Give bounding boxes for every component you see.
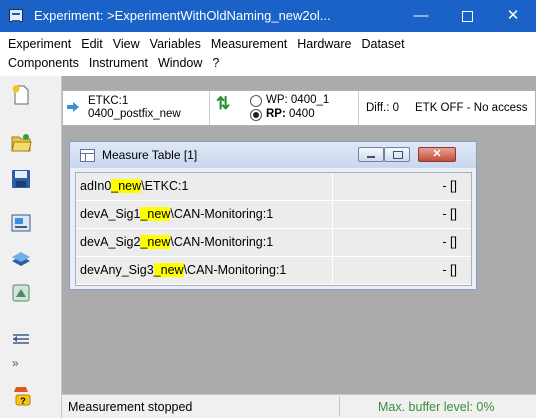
signal-value: - [] xyxy=(442,235,457,249)
hardware-card-icon[interactable] xyxy=(10,212,32,234)
mdi-close-button[interactable]: ✕ xyxy=(418,147,456,162)
signal-highlight: _new xyxy=(140,207,171,221)
signal-name: devAny_Sig3_new\CAN-Monitoring:1 xyxy=(76,257,333,284)
etk-device-postfix: 0400_postfix_new xyxy=(88,108,181,120)
save-disk-icon[interactable] xyxy=(10,168,32,190)
signal-value: - [] xyxy=(442,207,457,221)
table-row[interactable]: devAny_Sig3_new\CAN-Monitoring:1 - [] xyxy=(76,257,471,285)
app-icon[interactable] xyxy=(9,9,23,22)
list-arrow-icon[interactable] xyxy=(10,328,32,350)
signal-prefix: adIn0 xyxy=(80,179,112,193)
rp-value: 0400 xyxy=(289,108,315,120)
menu-instrument[interactable]: Instrument xyxy=(84,53,153,73)
signal-name: adIn0_new\ETKC:1 xyxy=(76,173,333,200)
signal-name: devA_Sig1_new\CAN-Monitoring:1 xyxy=(76,201,333,228)
maximize-button[interactable] xyxy=(444,0,490,32)
wp-radio[interactable] xyxy=(250,95,262,107)
menu-variables[interactable]: Variables xyxy=(145,34,206,54)
menu-view[interactable]: View xyxy=(108,34,145,54)
menu-help[interactable]: ? xyxy=(207,53,224,73)
arrow-right-icon xyxy=(67,102,79,112)
more-tools-button[interactable]: » xyxy=(12,356,19,370)
signal-prefix: devA_Sig1 xyxy=(80,207,141,221)
measurement-status: Measurement stopped xyxy=(68,400,193,414)
buffer-level: Max. buffer level: 0% xyxy=(378,400,495,414)
table-row[interactable]: adIn0_new\ETKC:1 - [] xyxy=(76,173,471,201)
signal-value: - [] xyxy=(442,263,457,277)
measure-table-title: Measure Table [1] xyxy=(102,148,198,162)
window-title: Experiment: >ExperimentWithOldNaming_new… xyxy=(34,8,331,23)
signal-suffix: \CAN-Monitoring:1 xyxy=(170,235,274,249)
signal-suffix: \ETKC:1 xyxy=(141,179,189,193)
model-icon[interactable] xyxy=(10,282,32,304)
menu-experiment[interactable]: Experiment xyxy=(3,34,76,54)
menu-row-2: Components Instrument Window ? xyxy=(3,53,224,73)
etk-status: ETK OFF - No access xyxy=(415,102,528,114)
rp-radio[interactable] xyxy=(250,109,262,121)
transfer-arrows-icon[interactable]: ⇅ xyxy=(216,95,230,112)
signal-suffix: \CAN-Monitoring:1 xyxy=(170,207,274,221)
mdi-minimize-button[interactable] xyxy=(358,147,384,162)
signal-highlight: _new xyxy=(140,235,171,249)
signal-prefix: devAny_Sig3 xyxy=(80,263,154,277)
help-question-icon[interactable]: ? xyxy=(10,384,32,406)
menu-window[interactable]: Window xyxy=(153,53,207,73)
status-divider xyxy=(339,396,340,416)
wp-label: WP: 0400_1 xyxy=(266,94,330,106)
etk-device-name[interactable]: ETKC:1 0400_postfix_new xyxy=(88,95,181,121)
rp-label: RP: 0400 xyxy=(266,108,315,120)
table-row[interactable]: devA_Sig2_new\CAN-Monitoring:1 - [] xyxy=(76,229,471,257)
rp-label-bold: RP: xyxy=(266,108,286,120)
signal-prefix: devA_Sig2 xyxy=(80,235,141,249)
measure-table-window: Measure Table [1] ✕ adIn0_new\ETKC:1 - [… xyxy=(69,141,477,290)
signal-value: - [] xyxy=(442,179,457,193)
document-icon[interactable] xyxy=(10,84,32,106)
menu-edit[interactable]: Edit xyxy=(76,34,108,54)
menu-hardware[interactable]: Hardware xyxy=(292,34,356,54)
left-toolbox: » ? xyxy=(0,76,62,418)
window-titlebar: Experiment: >ExperimentWithOldNaming_new… xyxy=(0,0,536,32)
signal-highlight: _new xyxy=(153,263,184,277)
open-folder-icon[interactable] xyxy=(10,132,32,154)
signal-name: devA_Sig2_new\CAN-Monitoring:1 xyxy=(76,229,333,256)
menu-dataset[interactable]: Dataset xyxy=(356,34,409,54)
signal-highlight: _new xyxy=(111,179,142,193)
maximize-icon xyxy=(461,11,473,22)
table-icon xyxy=(80,149,95,162)
menu-measurement[interactable]: Measurement xyxy=(206,34,292,54)
table-row[interactable]: devA_Sig1_new\CAN-Monitoring:1 - [] xyxy=(76,201,471,229)
menu-bar: Experiment Edit View Variables Measureme… xyxy=(0,32,536,76)
measure-table: adIn0_new\ETKC:1 - [] devA_Sig1_new\CAN-… xyxy=(75,172,472,286)
separator xyxy=(209,91,210,125)
etk-device-id: ETKC:1 xyxy=(88,95,129,107)
measure-table-titlebar[interactable]: Measure Table [1] ✕ xyxy=(70,142,476,168)
close-button[interactable]: ✕ xyxy=(490,0,536,32)
diff-count: Diff.: 0 xyxy=(366,102,400,114)
menu-row-1: Experiment Edit View Variables Measureme… xyxy=(3,34,410,54)
minimize-button[interactable]: — xyxy=(398,0,444,32)
separator xyxy=(358,91,359,125)
svg-text:?: ? xyxy=(20,396,26,406)
mdi-maximize-button[interactable] xyxy=(384,147,410,162)
signal-suffix: \CAN-Monitoring:1 xyxy=(183,263,287,277)
menu-components[interactable]: Components xyxy=(3,53,84,73)
layers-icon[interactable] xyxy=(10,248,32,270)
